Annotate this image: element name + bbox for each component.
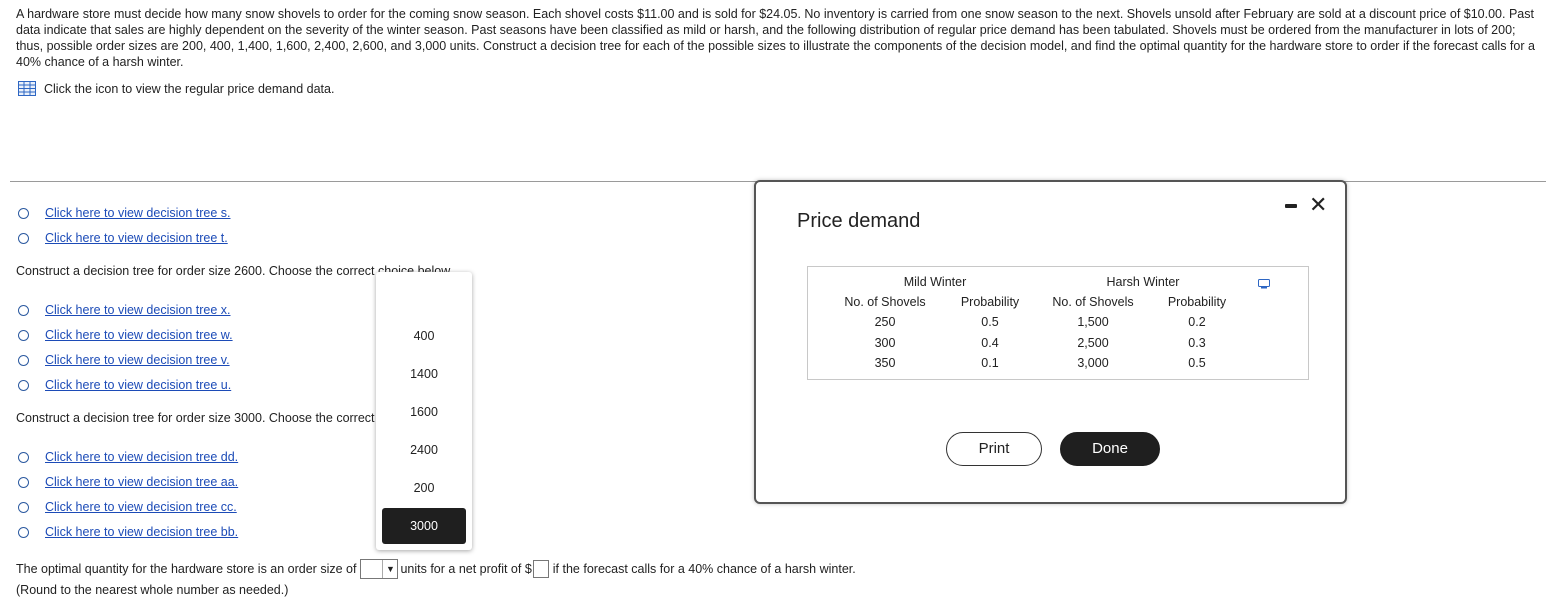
- radio-button[interactable]: [18, 354, 29, 366]
- problem-statement: A hardware store must decide how many sn…: [16, 7, 1535, 69]
- dropdown-option[interactable]: 200: [382, 470, 466, 506]
- mild-prob-3: 0.1: [981, 356, 999, 370]
- mild-winter-header: Mild Winter: [903, 275, 967, 289]
- mild-shovels-2: 300: [874, 336, 896, 350]
- radio-button[interactable]: [18, 526, 29, 538]
- rounding-note: (Round to the nearest whole number as ne…: [16, 583, 289, 597]
- mild-prob-2: 0.4: [981, 336, 999, 350]
- choice-tree-dd[interactable]: Click here to view decision tree dd.: [18, 448, 238, 466]
- link-tree-x[interactable]: Click here to view decision tree x.: [45, 303, 231, 317]
- link-tree-dd[interactable]: Click here to view decision tree dd.: [45, 450, 238, 464]
- choice-tree-v[interactable]: Click here to view decision tree v.: [18, 351, 230, 369]
- radio-button[interactable]: [18, 476, 29, 488]
- minimize-icon[interactable]: [1285, 204, 1297, 208]
- choice-tree-t[interactable]: Click here to view decision tree t.: [18, 229, 228, 247]
- choice-tree-w[interactable]: Click here to view decision tree w.: [18, 326, 233, 344]
- radio-button[interactable]: [18, 451, 29, 463]
- radio-button[interactable]: [18, 207, 29, 219]
- done-button[interactable]: Done: [1060, 432, 1160, 466]
- col-shovels-mild: No. of Shovels: [844, 295, 926, 309]
- link-tree-v[interactable]: Click here to view decision tree v.: [45, 353, 230, 367]
- choice-tree-cc[interactable]: Click here to view decision tree cc.: [18, 498, 237, 516]
- link-tree-u[interactable]: Click here to view decision tree u.: [45, 378, 231, 392]
- answer-text-3: if the forecast calls for a 40% chance o…: [552, 562, 856, 576]
- mild-shovels-3: 350: [874, 356, 896, 370]
- harsh-prob-2: 0.3: [1188, 336, 1206, 350]
- harsh-prob-3: 0.5: [1188, 356, 1206, 370]
- radio-button[interactable]: [18, 379, 29, 391]
- link-tree-bb[interactable]: Click here to view decision tree bb.: [45, 525, 238, 539]
- answer-text-2: units for a net profit of $: [400, 562, 532, 576]
- print-button[interactable]: Print: [946, 432, 1042, 466]
- harsh-shovels-1: 1,500: [1077, 315, 1109, 329]
- link-tree-t[interactable]: Click here to view decision tree t.: [45, 231, 228, 245]
- close-icon[interactable]: ✕: [1309, 194, 1327, 216]
- answer-text-1: The optimal quantity for the hardware st…: [16, 562, 357, 576]
- dropdown-option[interactable]: 2400: [382, 432, 466, 468]
- order-size-dropdown-list[interactable]: 400 1400 1600 2400 200 3000: [376, 272, 472, 550]
- choice-tree-s[interactable]: Click here to view decision tree s.: [18, 204, 231, 222]
- col-prob-harsh: Probability: [1167, 295, 1227, 309]
- radio-button[interactable]: [18, 329, 29, 341]
- chevron-down-icon[interactable]: ▼: [382, 560, 397, 578]
- col-shovels-harsh: No. of Shovels: [1052, 295, 1134, 309]
- answer-row: The optimal quantity for the hardware st…: [16, 559, 856, 579]
- radio-button[interactable]: [18, 304, 29, 316]
- choice-tree-u[interactable]: Click here to view decision tree u.: [18, 376, 231, 394]
- dropdown-option-selected[interactable]: 3000: [382, 508, 466, 544]
- modal-title: Price demand: [797, 210, 921, 232]
- mild-prob-1: 0.5: [981, 315, 999, 329]
- harsh-winter-header: Harsh Winter: [1106, 275, 1180, 289]
- link-tree-aa[interactable]: Click here to view decision tree aa.: [45, 475, 238, 489]
- choice-tree-aa[interactable]: Click here to view decision tree aa.: [18, 473, 238, 491]
- col-prob-mild: Probability: [960, 295, 1020, 309]
- demand-data-link-row[interactable]: Click the icon to view the regular price…: [18, 81, 334, 96]
- harsh-shovels-2: 2,500: [1077, 336, 1109, 350]
- mild-shovels-1: 250: [874, 315, 896, 329]
- dropdown-option[interactable]: 1400: [382, 356, 466, 392]
- harsh-shovels-3: 3,000: [1077, 356, 1109, 370]
- demand-table: Mild Winter Harsh Winter No. of Shovels …: [807, 266, 1309, 380]
- choice-tree-bb[interactable]: Click here to view decision tree bb.: [18, 523, 238, 541]
- radio-button[interactable]: [18, 232, 29, 244]
- order-size-select[interactable]: ▼: [360, 559, 399, 579]
- demand-data-link-text: Click the icon to view the regular price…: [44, 81, 335, 96]
- link-tree-w[interactable]: Click here to view decision tree w.: [45, 328, 233, 342]
- copy-icon[interactable]: [1258, 279, 1270, 289]
- radio-button[interactable]: [18, 501, 29, 513]
- price-demand-modal: Price demand ✕ Mild Winter Harsh Winter …: [754, 180, 1347, 504]
- link-tree-s[interactable]: Click here to view decision tree s.: [45, 206, 231, 220]
- dropdown-option[interactable]: 1600: [382, 394, 466, 430]
- harsh-prob-1: 0.2: [1188, 315, 1206, 329]
- link-tree-cc[interactable]: Click here to view decision tree cc.: [45, 500, 237, 514]
- table-icon[interactable]: [18, 81, 36, 96]
- dropdown-option[interactable]: 400: [382, 318, 466, 354]
- net-profit-input[interactable]: [532, 560, 549, 578]
- choice-tree-x[interactable]: Click here to view decision tree x.: [18, 301, 231, 319]
